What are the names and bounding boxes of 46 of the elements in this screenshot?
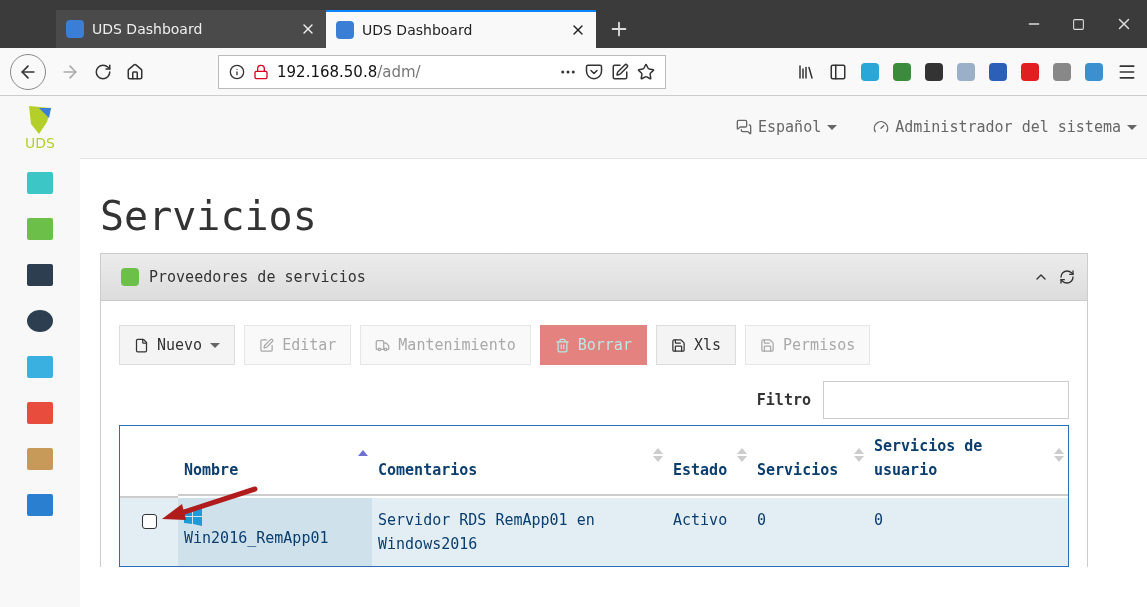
pocket-icon[interactable]	[585, 62, 603, 81]
language-dropdown[interactable]: Español	[736, 118, 838, 136]
refresh-icon[interactable]	[1059, 269, 1075, 285]
maximize-icon[interactable]	[1072, 17, 1085, 31]
column-header[interactable]: Comentarios	[372, 426, 667, 496]
column-header[interactable]: Nombre	[178, 426, 372, 496]
panel-title: Proveedores de servicios	[149, 268, 367, 286]
edit-icon[interactable]	[611, 62, 629, 81]
column-header[interactable]: Servicios	[751, 426, 868, 496]
sidebar-icon[interactable]	[829, 62, 847, 81]
dashboard-icon	[873, 119, 890, 135]
info-icon[interactable]	[229, 63, 245, 80]
browser-tab[interactable]: UDS Dashboard	[56, 10, 326, 48]
chat-icon	[736, 119, 752, 135]
extension-icon[interactable]	[925, 62, 943, 81]
browser-tab[interactable]: UDS Dashboard	[326, 10, 596, 48]
filter-field[interactable]	[823, 381, 1069, 419]
table-cell: 0	[868, 498, 1068, 566]
toolbar-button[interactable]: Nuevo	[119, 325, 236, 365]
column-header[interactable]: Servicios de usuario	[868, 426, 1068, 496]
trash-icon	[554, 337, 570, 353]
file-icon	[134, 337, 149, 353]
user-dropdown[interactable]: Administrador del sistema	[873, 118, 1137, 136]
sidebar-nav-icon[interactable]	[27, 310, 53, 332]
star-icon[interactable]	[637, 62, 655, 81]
table-cell: Servidor RDS RemApp01 en Windows2016	[372, 498, 667, 566]
edit-icon	[259, 337, 275, 353]
column-header[interactable]: Estado	[667, 426, 751, 496]
reload-icon[interactable]	[94, 62, 112, 81]
filter-label: Filtro	[756, 391, 811, 409]
extension-icon[interactable]	[989, 62, 1007, 81]
toolbar-button[interactable]: Xls	[655, 325, 737, 365]
row-checkbox[interactable]	[142, 514, 157, 529]
table-cell: Activo	[667, 498, 751, 566]
floppy-icon	[670, 337, 686, 353]
lock-icon[interactable]	[253, 63, 269, 80]
logo-text: UDS	[25, 136, 55, 150]
home-icon[interactable]	[126, 62, 144, 81]
page-title: Servicios	[100, 193, 318, 239]
address-bar[interactable]: 192.168.50.8/adm/	[218, 54, 666, 89]
library-icon[interactable]	[797, 62, 815, 81]
floppy-icon	[760, 337, 776, 353]
truck-icon	[375, 337, 391, 353]
table-cell: Win2016_RemApp01	[178, 498, 372, 566]
table-cell: 0	[751, 498, 868, 566]
windows-icon	[184, 508, 202, 526]
